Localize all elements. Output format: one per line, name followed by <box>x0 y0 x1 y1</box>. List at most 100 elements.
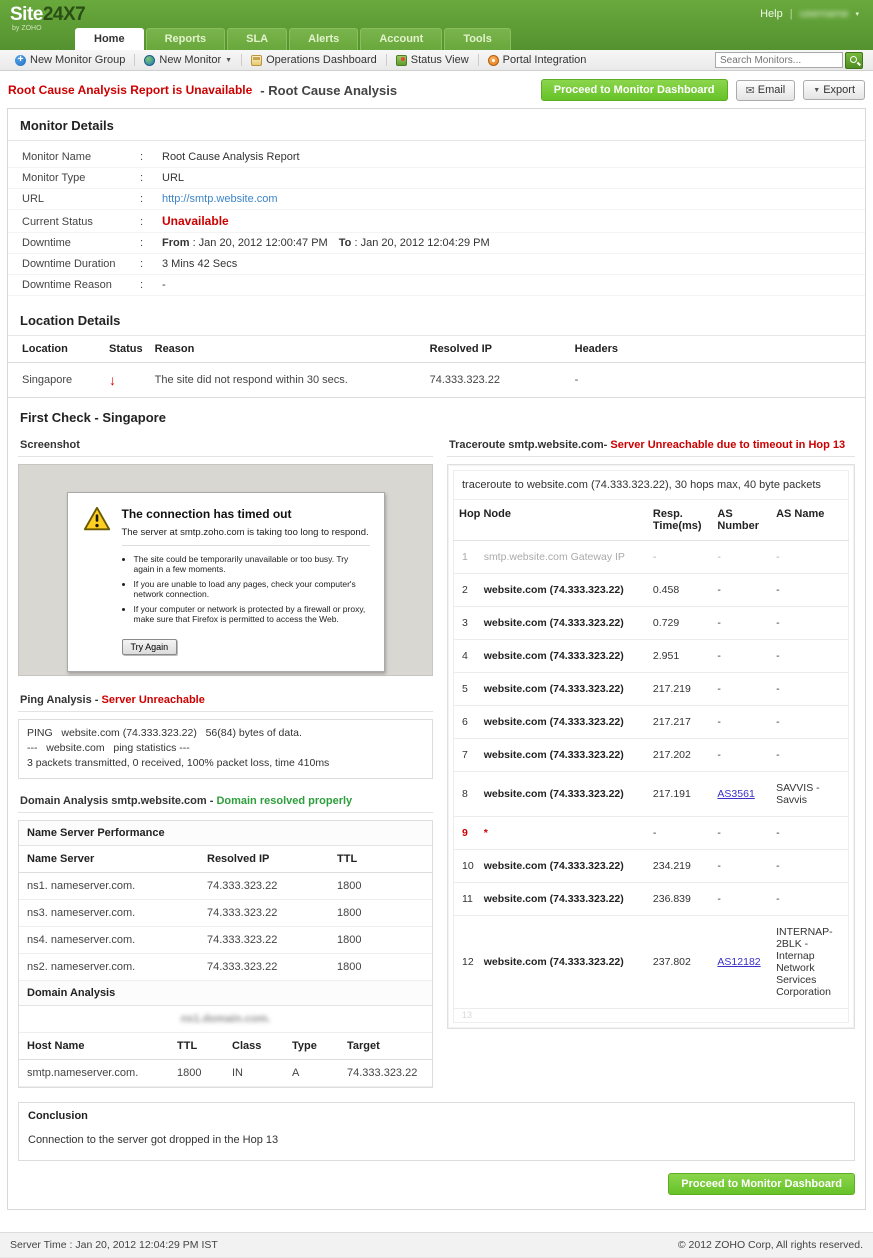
traceroute-row: 4 website.com (74.333.323.22) 2.951 - - <box>454 640 849 673</box>
email-icon: ✉ <box>746 84 755 97</box>
dialog-bullet: If your computer or network is protected… <box>134 604 370 624</box>
page-title-row: Root Cause Analysis Report is Unavailabl… <box>0 71 873 108</box>
export-button[interactable]: ▼ Export <box>803 80 865 100</box>
portal-icon <box>488 55 499 66</box>
new-monitor-group-button[interactable]: New Monitor Group <box>6 50 134 70</box>
as-number-link[interactable]: - <box>717 584 721 596</box>
first-check-heading: First Check - Singapore <box>8 398 865 433</box>
traceroute-table-header: Hop Node Resp. Time(ms) AS Number AS Nam… <box>454 500 849 541</box>
search-input[interactable] <box>715 52 843 68</box>
traceroute-row: 5 website.com (74.333.323.22) 217.219 - … <box>454 673 849 706</box>
header-user-area: Help | username ▾ <box>760 8 859 20</box>
left-column: Screenshot The connection has timed out … <box>18 433 433 1088</box>
globe-icon <box>144 55 155 66</box>
proceed-to-dashboard-button-bottom[interactable]: Proceed to Monitor Dashboard <box>668 1173 855 1195</box>
ping-output-line: --- website.com ping statistics --- <box>27 741 424 756</box>
ping-output-line: 3 packets transmitted, 0 received, 100% … <box>27 756 424 771</box>
email-label: Email <box>758 84 786 96</box>
as-number-link[interactable]: - <box>717 683 721 695</box>
traceroute-heading: Traceroute smtp.website.com- Server Unre… <box>447 433 855 457</box>
warning-triangle-icon <box>82 505 112 533</box>
as-number-link[interactable]: AS3561 <box>717 788 754 800</box>
help-link[interactable]: Help <box>760 8 783 20</box>
traceroute-row: 7 website.com (74.333.323.22) 217.202 - … <box>454 739 849 772</box>
downtime-from-label: From <box>162 237 190 249</box>
new-monitor-button[interactable]: New Monitor ▼ <box>135 50 241 70</box>
screenshot-try-again-button: Try Again <box>122 639 178 655</box>
detail-row-downtime: Downtime : From : Jan 20, 2012 12:00:47 … <box>8 233 865 254</box>
nav-tab[interactable]: Home <box>75 28 144 50</box>
proceed-to-dashboard-button[interactable]: Proceed to Monitor Dashboard <box>541 79 728 101</box>
dialog-subtitle: The server at smtp.zoho.com is taking to… <box>122 527 370 546</box>
ping-analysis-heading: Ping Analysis - Server Unreachable <box>18 688 433 712</box>
browser-timeout-dialog: The connection has timed out The server … <box>67 492 385 672</box>
header-divider: | <box>790 8 793 20</box>
operations-dashboard-button[interactable]: Operations Dashboard <box>242 50 386 70</box>
traceroute-row: 11 website.com (74.333.323.22) 236.839 -… <box>454 883 849 916</box>
detail-row-downtime-duration: Downtime Duration : 3 Mins 42 Secs <box>8 254 865 275</box>
as-number-link[interactable]: - <box>717 893 721 905</box>
traceroute-row: 1 smtp.website.com Gateway IP - - - <box>454 541 849 574</box>
conclusion-text: Connection to the server got dropped in … <box>19 1128 854 1160</box>
as-number-link[interactable]: - <box>717 617 721 629</box>
conclusion-panel: Conclusion Connection to the server got … <box>18 1102 855 1161</box>
traceroute-row: 12 website.com (74.333.323.22) 237.802 A… <box>454 916 849 1009</box>
traceroute-table: Hop Node Resp. Time(ms) AS Number AS Nam… <box>453 499 849 1023</box>
nav-tab[interactable]: SLA <box>227 28 287 50</box>
logo-site-text: Site <box>10 4 43 25</box>
bottom-actions: Proceed to Monitor Dashboard <box>8 1161 865 1195</box>
copyright: © 2012 ZOHO Corp, All rights reserved. <box>678 1239 863 1251</box>
as-number-link[interactable]: - <box>717 551 721 563</box>
dialog-title: The connection has timed out <box>122 507 370 521</box>
search-button[interactable] <box>845 52 863 69</box>
downtime-from-value: : Jan 20, 2012 12:00:47 PM <box>193 237 328 249</box>
as-number-link[interactable]: AS12182 <box>717 956 760 968</box>
status-view-button[interactable]: Status View <box>387 50 478 70</box>
nav-tab[interactable]: Reports <box>146 28 226 50</box>
detail-row-downtime-reason: Downtime Reason : - <box>8 275 865 296</box>
traceroute-panel: traceroute to website.com (74.333.323.22… <box>447 464 855 1029</box>
domain-record-row: smtp.nameserver.com. 1800 IN A 74.333.32… <box>19 1059 432 1086</box>
traceroute-summary: traceroute to website.com (74.333.323.22… <box>453 470 849 499</box>
as-number-link[interactable]: - <box>717 650 721 662</box>
email-button[interactable]: ✉ Email <box>736 80 796 101</box>
name-server-table: Name Server Resolved IP TTL ns1. nameser… <box>19 846 432 981</box>
nav-tab[interactable]: Tools <box>444 28 511 50</box>
traceroute-row: 9 * - - - <box>454 817 849 850</box>
status-view-icon <box>396 55 407 66</box>
title-actions: Proceed to Monitor Dashboard ✉ Email ▼ E… <box>541 79 865 101</box>
username-menu[interactable]: username <box>800 8 849 20</box>
detail-row-current-status: Current Status : Unavailable <box>8 210 865 233</box>
location-details-table: Location Status Reason Resolved IP Heade… <box>8 336 865 398</box>
page-footer: Server Time : Jan 20, 2012 12:04:29 PM I… <box>0 1232 873 1258</box>
monitor-url-link[interactable]: http://smtp.website.com <box>162 193 278 205</box>
as-number-link[interactable]: - <box>717 860 721 872</box>
ping-output-line: PING website.com (74.333.323.22) 56(84) … <box>27 726 424 741</box>
nav-tab[interactable]: Account <box>360 28 442 50</box>
domain-records-table: Host Name TTL Class Type Target smtp.nam… <box>19 1033 432 1087</box>
dialog-bullet: The site could be temporarily unavailabl… <box>134 554 370 574</box>
name-server-row: ns1. nameserver.com. 74.333.323.22 1800 <box>19 872 432 899</box>
as-number-link[interactable]: - <box>717 827 721 839</box>
logo-brand-text: 24X7 <box>43 4 85 25</box>
traceroute-row: 8 website.com (74.333.323.22) 217.191 AS… <box>454 772 849 817</box>
name-server-performance-heading: Name Server Performance <box>19 821 432 846</box>
name-server-row: ns4. nameserver.com. 74.333.323.22 1800 <box>19 926 432 953</box>
as-number-link[interactable]: - <box>717 716 721 728</box>
domain-records-heading: Domain Analysis <box>19 981 432 1006</box>
main-nav-tabs: Home Reports SLA Alerts Account Tools <box>75 28 511 50</box>
search-icon <box>850 56 857 63</box>
monitor-details-heading: Monitor Details <box>8 109 865 141</box>
portal-integration-button[interactable]: Portal Integration <box>479 50 596 70</box>
site24x7-logo: Site24X7 by ZOHO <box>10 5 85 32</box>
user-caret-icon[interactable]: ▾ <box>855 10 859 18</box>
export-label: Export <box>823 84 855 96</box>
redacted-domain-text: ns1.domain.com. <box>181 1013 271 1025</box>
new-monitor-label: New Monitor <box>159 54 221 66</box>
detail-row-url: URL : http://smtp.website.com <box>8 189 865 210</box>
ping-output: PING website.com (74.333.323.22) 56(84) … <box>18 719 433 779</box>
traceroute-status-text: Server Unreachable due to timeout in Hop… <box>610 439 845 451</box>
status-badge: Unavailable <box>162 214 229 228</box>
as-number-link[interactable]: - <box>717 749 721 761</box>
nav-tab[interactable]: Alerts <box>289 28 358 50</box>
